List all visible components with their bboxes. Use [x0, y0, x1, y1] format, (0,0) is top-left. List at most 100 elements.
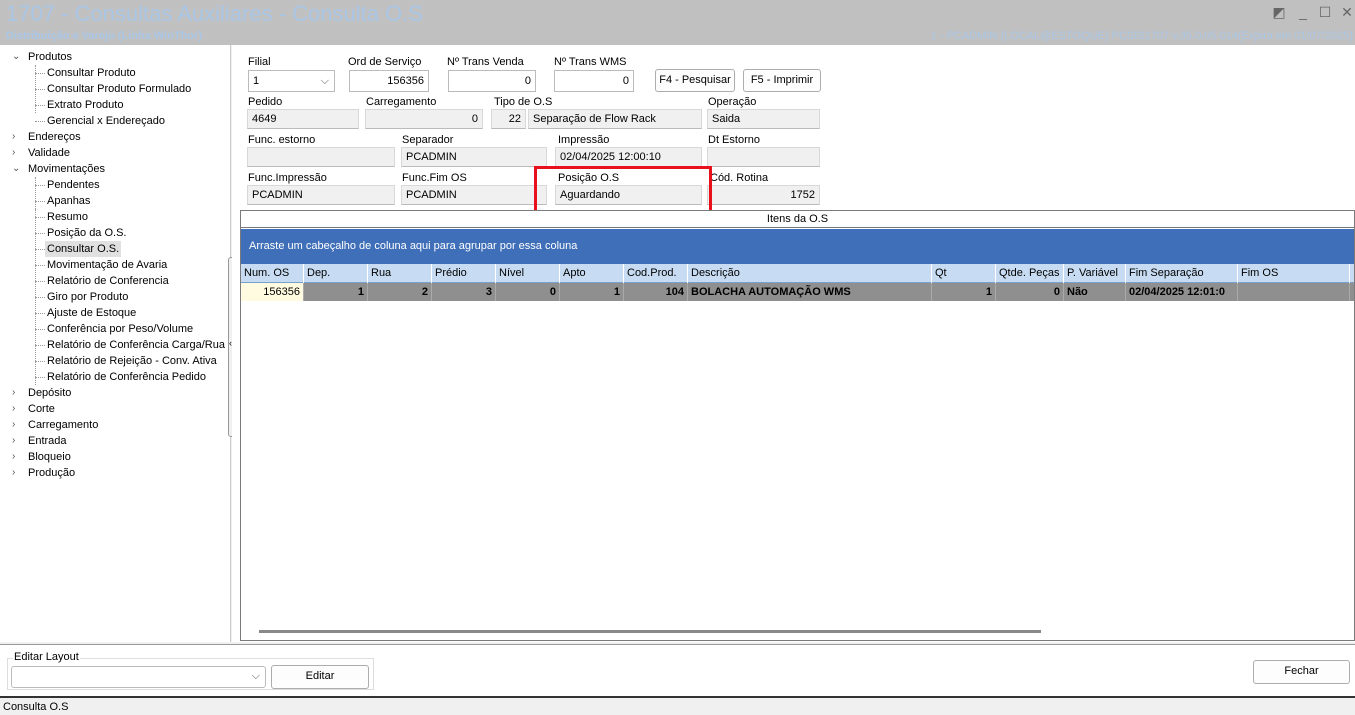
cod-rotina-label: Cód. Rotina	[710, 172, 769, 184]
tree-connector	[35, 177, 36, 385]
tree-item[interactable]: Apanhas	[45, 193, 92, 209]
column-header[interactable]: Prédio	[432, 264, 496, 283]
tree-connector	[35, 345, 45, 346]
restore-layout-icon[interactable]: ◩	[1270, 4, 1288, 20]
tree-connector	[35, 89, 45, 90]
column-header[interactable]: Dep.	[304, 264, 368, 283]
table-cell[interactable]: Não	[1064, 283, 1126, 301]
tree-connector	[35, 249, 45, 250]
group-by-panel[interactable]: Arraste um cabeçalho de coluna aqui para…	[241, 229, 1354, 264]
dt-estorno-label: Dt Estorno	[708, 134, 760, 146]
tree-item[interactable]: Relatório de Rejeição - Conv. Ativa	[45, 353, 219, 369]
tree-item[interactable]: Movimentações	[26, 161, 107, 177]
expand-icon[interactable]: ›	[12, 401, 22, 417]
table-cell[interactable]: 0	[996, 283, 1064, 301]
filial-label: Filial	[248, 56, 271, 68]
column-header[interactable]: Rua	[368, 264, 432, 283]
column-header[interactable]: Qt	[932, 264, 996, 283]
tree-item[interactable]: Depósito	[26, 385, 73, 401]
tree-item[interactable]: Relatório de Conferencia	[45, 273, 171, 289]
column-header[interactable]: Cod.Prod.	[624, 264, 688, 283]
table-cell[interactable]	[1238, 283, 1350, 301]
pesquisar-button[interactable]: F4 - Pesquisar	[655, 69, 735, 92]
tree-item[interactable]: Conferência por Peso/Volume	[45, 321, 195, 337]
ord-servico-label: Ord de Serviço	[348, 56, 422, 68]
tree-item[interactable]: Carregamento	[26, 417, 100, 433]
table-cell[interactable]: BOLACHA AUTOMAÇÃO WMS	[688, 283, 932, 301]
minimize-button[interactable]: _	[1294, 4, 1312, 20]
table-cell[interactable]: 2	[368, 283, 432, 301]
expand-icon[interactable]: ›	[12, 129, 22, 145]
expand-icon[interactable]: ›	[12, 417, 22, 433]
func-impressao-label: Func.Impressão	[248, 172, 327, 184]
table-cell[interactable]: 104	[624, 283, 688, 301]
filial-select[interactable]: 1 ⌵	[248, 70, 335, 92]
tree-item[interactable]: Resumo	[45, 209, 90, 225]
func-impressao-field: PCADMIN	[247, 185, 395, 205]
tree-item[interactable]: Produção	[26, 465, 77, 481]
filial-value: 1	[253, 75, 260, 87]
table-row[interactable]: 156356 1 2 3 0 1 104 BOLACHA AUTOMAÇÃO WMS 1 0 Não…	[241, 283, 1354, 301]
tree-item[interactable]: Ajuste de Estoque	[45, 305, 138, 321]
expand-icon[interactable]: ›	[12, 449, 22, 465]
column-header[interactable]: Descrição	[688, 264, 932, 283]
tree-item[interactable]: Extrato Produto	[45, 97, 125, 113]
column-header[interactable]: P. Variável	[1064, 264, 1126, 283]
editar-button[interactable]: Editar	[271, 665, 369, 689]
imprimir-button[interactable]: F5 - Imprimir	[743, 69, 821, 92]
column-header[interactable]: Fim OS	[1238, 264, 1350, 283]
column-header[interactable]: Nível	[496, 264, 560, 283]
tree-item[interactable]: Endereços	[26, 129, 83, 145]
column-header[interactable]: Fim Separação	[1126, 264, 1238, 283]
tree-item[interactable]: Movimentação de Avaria	[45, 257, 169, 273]
tree-item[interactable]: Relatório de Conferência Carga/Rua	[45, 337, 227, 353]
horizontal-scrollbar[interactable]	[259, 630, 1041, 633]
collapse-icon[interactable]: ⌄	[12, 49, 22, 65]
table-cell[interactable]: 02/04/2025 12:01:0	[1126, 283, 1238, 301]
tree-item[interactable]: Gerencial x Endereçado	[45, 113, 167, 129]
tree-item[interactable]: Bloqueio	[26, 449, 73, 465]
tree-item[interactable]: Entrada	[26, 433, 69, 449]
func-fim-os-label: Func.Fim OS	[402, 172, 467, 184]
func-estorno-field	[247, 147, 395, 167]
tipo-os-label: Tipo de O.S	[494, 96, 553, 108]
tree-item[interactable]: Corte	[26, 401, 57, 417]
table-cell[interactable]: 3	[432, 283, 496, 301]
tree-item[interactable]: Consultar O.S.	[45, 241, 122, 257]
fechar-button[interactable]: Fechar	[1253, 660, 1350, 684]
table-cell[interactable]: 0	[496, 283, 560, 301]
column-header[interactable]: Num. OS	[241, 264, 304, 283]
table-cell[interactable]: 1	[560, 283, 624, 301]
trans-venda-input[interactable]: 0	[448, 70, 536, 92]
tree-item[interactable]: Validade	[26, 145, 72, 161]
func-estorno-label: Func. estorno	[248, 134, 316, 146]
tree-connector	[35, 377, 45, 378]
column-header[interactable]: Qtde. Peças	[996, 264, 1064, 283]
table-cell[interactable]: 1	[932, 283, 996, 301]
highlight-box	[534, 166, 712, 214]
column-header[interactable]: Apto	[560, 264, 624, 283]
tree-item[interactable]: Pendentes	[45, 177, 102, 193]
collapse-icon[interactable]: ⌄	[12, 161, 22, 177]
table-cell[interactable]: 1	[304, 283, 368, 301]
tree-item[interactable]: Consultar Produto	[45, 65, 138, 81]
tree-item[interactable]: Giro por Produto	[45, 289, 130, 305]
trans-wms-input[interactable]: 0	[554, 70, 634, 92]
pedido-field: 4649	[247, 109, 359, 129]
close-button[interactable]: ✕	[1338, 4, 1355, 20]
editar-layout-label: Editar Layout	[13, 651, 80, 663]
expand-icon[interactable]: ›	[12, 433, 22, 449]
layout-select[interactable]: ⌵	[11, 666, 266, 688]
tipo-os-field: Separação de Flow Rack	[528, 109, 702, 129]
table-cell[interactable]: 156356	[241, 283, 304, 301]
tree-connector	[35, 265, 45, 266]
ord-servico-input[interactable]: 156356	[349, 70, 429, 92]
expand-icon[interactable]: ›	[12, 145, 22, 161]
maximize-button[interactable]: ☐	[1316, 4, 1334, 20]
tree-item[interactable]: Relatório de Conferência Pedido	[45, 369, 208, 385]
expand-icon[interactable]: ›	[12, 385, 22, 401]
tree-item[interactable]: Posição da O.S.	[45, 225, 129, 241]
tree-item[interactable]: Consultar Produto Formulado	[45, 81, 193, 97]
expand-icon[interactable]: ›	[12, 465, 22, 481]
tree-item[interactable]: Produtos	[26, 49, 74, 65]
